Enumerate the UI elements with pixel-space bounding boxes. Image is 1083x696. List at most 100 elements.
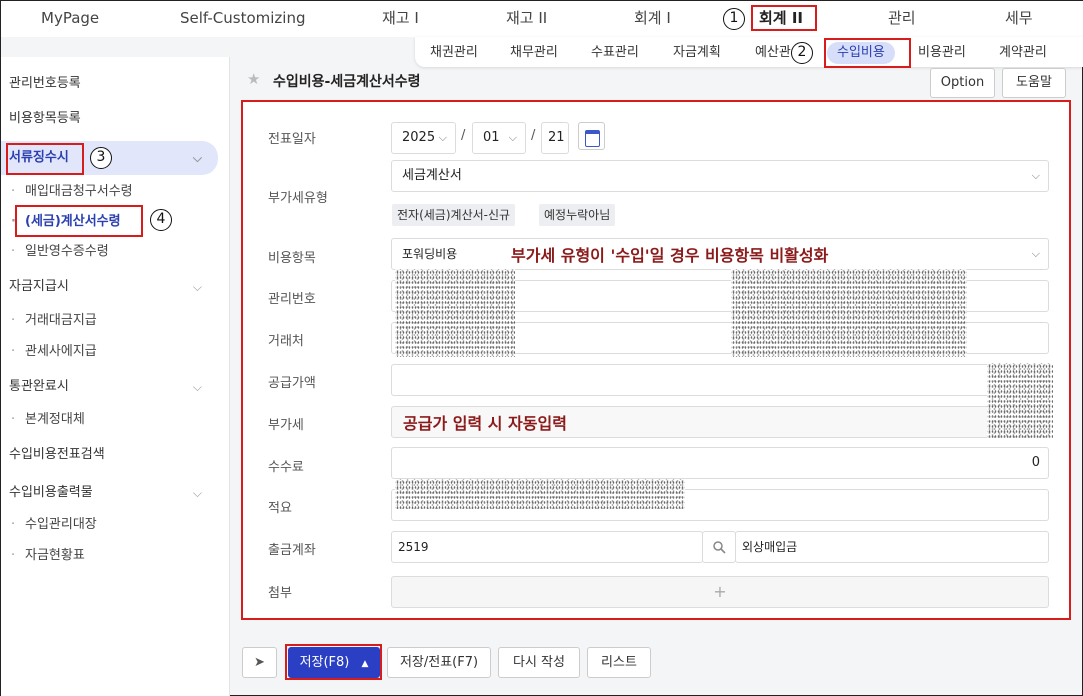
sidebar-item-slip-search[interactable]: 수입비용전표검색 [1, 438, 230, 472]
supply-amount-label: 공급가액 [268, 376, 316, 391]
account-label: 출금계좌 [268, 543, 316, 558]
sub-nav-fund-plan[interactable]: 자금계획 [673, 42, 721, 64]
bullet-icon: · [11, 344, 16, 359]
sidebar-group-print[interactable]: 수입비용출력물 ⌵ [1, 476, 230, 510]
annotation-marker-1: 1 [723, 8, 745, 30]
sidebar-item-label: 수입비용출력물 [9, 485, 93, 500]
annotation-marker-2: 2 [791, 42, 813, 64]
send-button[interactable]: ➤ [242, 647, 277, 678]
send-icon: ➤ [254, 655, 265, 670]
sub-nav-contract-mgmt[interactable]: 계약관리 [999, 42, 1047, 64]
sub-nav-receivables[interactable]: 채권관리 [430, 42, 478, 64]
sub-nav-checks[interactable]: 수표관리 [591, 42, 639, 64]
redacted-region [987, 363, 1053, 439]
bullet-icon: · [11, 244, 16, 259]
sub-nav-cost-mgmt[interactable]: 비용관리 [918, 42, 966, 64]
chevron-down-icon: ⌵ [508, 131, 517, 144]
search-button[interactable] [702, 531, 736, 563]
sidebar-item-label: 통관완료시 [9, 379, 69, 394]
sidebar-item-receipt[interactable]: · 일반영수증수령 [11, 239, 109, 265]
save-slip-button[interactable]: 저장/전표(F7) [387, 647, 491, 678]
sidebar-item-fund-status[interactable]: · 자금현황표 [11, 543, 85, 569]
sidebar-group-payment[interactable]: 자금지급시 ⌵ [1, 270, 230, 304]
sidebar-item-invoice-claim[interactable]: · 매입대금청구서수령 [11, 179, 133, 205]
bullet-icon: · [11, 517, 16, 532]
sidebar-item-trade-payment[interactable]: · 거래대금지급 [11, 308, 97, 334]
sidebar-item-label: 수입관리대장 [25, 517, 97, 532]
chevron-down-icon: ⌵ [192, 380, 202, 394]
sidebar-item-label: 거래대금지급 [25, 313, 97, 328]
bullet-icon: · [11, 548, 16, 563]
sidebar-item-customs-broker[interactable]: · 관세사에지급 [11, 339, 97, 365]
sidebar-item-label: 관리번호등록 [9, 76, 81, 91]
top-nav-mypage[interactable]: MyPage [41, 1, 99, 35]
fee-input[interactable]: 0 [391, 447, 1049, 479]
attach-add-button[interactable]: + [391, 576, 1049, 608]
sidebar-group-clearance[interactable]: 통관완료시 ⌵ [1, 370, 230, 404]
page-title: 수입비용-세금계산서수령 [273, 74, 421, 90]
top-nav-self-customizing[interactable]: Self-Customizing [180, 1, 306, 35]
top-nav-inventory-1[interactable]: 재고 I [382, 1, 419, 35]
list-button[interactable]: 리스트 [587, 647, 651, 678]
sidebar-item-import-ledger[interactable]: · 수입관리대장 [11, 512, 97, 538]
account-no-input[interactable]: 2519 [391, 531, 703, 563]
date-year-value: 2025 [402, 130, 436, 145]
annotation-marker-3: 3 [90, 147, 112, 169]
date-year-select[interactable]: 2025 ⌵ [391, 122, 456, 154]
sidebar-item-label: 수입비용전표검색 [9, 447, 105, 462]
star-icon[interactable]: ★ [247, 70, 260, 88]
attach-label: 첨부 [268, 586, 292, 601]
top-nav-accounting-1[interactable]: 회계 I [634, 1, 671, 35]
vat-type-select[interactable]: 세금계산서 ⌵ [391, 160, 1049, 192]
bullet-icon: · [11, 184, 16, 199]
top-nav-tax[interactable]: 세무 [1005, 1, 1033, 35]
annotation-box-3 [6, 143, 84, 175]
option-button[interactable]: Option [930, 68, 995, 98]
redacted-region [395, 269, 515, 357]
sidebar-item-label: 일반영수증수령 [25, 244, 109, 259]
date-month-select[interactable]: 01 ⌵ [472, 122, 526, 154]
chevron-down-icon: ⌵ [1031, 169, 1040, 182]
chevron-down-icon: ⌵ [192, 486, 202, 500]
chevron-down-icon: ⌵ [1031, 247, 1040, 260]
annotation-box-save [285, 644, 382, 680]
sub-nav-payables[interactable]: 채무관리 [510, 42, 558, 64]
account-name-field: 외상매입금 [735, 531, 1049, 563]
help-button[interactable]: 도움말 [1002, 68, 1066, 98]
sidebar-item-label: 자금현황표 [25, 548, 85, 563]
bullet-icon: · [11, 313, 16, 328]
sidebar-item-label: 관세사에지급 [25, 344, 97, 359]
supply-amount-input[interactable] [391, 364, 1049, 396]
annotation-vat: 공급가 입력 시 자동입력 [403, 414, 567, 433]
fee-label: 수수료 [268, 460, 304, 475]
chevron-down-icon: ⌵ [438, 131, 447, 144]
annotation-box-1 [751, 5, 817, 31]
chevron-down-icon: ⌵ [192, 151, 202, 165]
sidebar-item-label: 본계정대체 [25, 412, 85, 427]
vat-tag-not-omitted[interactable]: 예정누락아님 [539, 204, 616, 226]
date-month-value: 01 [483, 130, 500, 145]
annotation-marker-4: 4 [150, 209, 172, 231]
annotation-box-4 [15, 205, 143, 237]
sidebar-item-label: 매입대금청구서수령 [25, 184, 133, 199]
top-nav-inventory-2[interactable]: 재고 II [506, 1, 547, 35]
sub-nav-budget[interactable]: 예산관 [755, 42, 791, 64]
memo-label: 적요 [268, 501, 292, 516]
date-day-input[interactable]: 21 [541, 122, 569, 154]
cost-item-label: 비용항목 [268, 251, 316, 266]
top-nav-management[interactable]: 관리 [888, 1, 916, 35]
sidebar-item-account-transfer[interactable]: · 본계정대체 [11, 407, 85, 433]
vat-type-value: 세금계산서 [402, 168, 462, 183]
vat-type-label: 부가세유형 [268, 191, 328, 206]
rewrite-button[interactable]: 다시 작성 [498, 647, 580, 678]
bullet-icon: · [11, 412, 16, 427]
vendor-label: 거래처 [268, 334, 304, 349]
calendar-icon[interactable] [578, 122, 605, 150]
sidebar-item-label: 비용항목등록 [9, 111, 81, 126]
sub-nav: 채권관리 채무관리 수표관리 자금계획 예산관 수입비용 비용관리 계약관리 [415, 37, 1083, 67]
vat-tag-electronic[interactable]: 전자(세금)계산서-신규 [392, 204, 516, 226]
annotation-box-2 [824, 38, 911, 68]
redacted-region [731, 269, 967, 357]
sidebar-item-cost-item[interactable]: 비용항목등록 [1, 102, 230, 136]
sidebar-item-mgmt-no[interactable]: 관리번호등록 [1, 67, 230, 101]
